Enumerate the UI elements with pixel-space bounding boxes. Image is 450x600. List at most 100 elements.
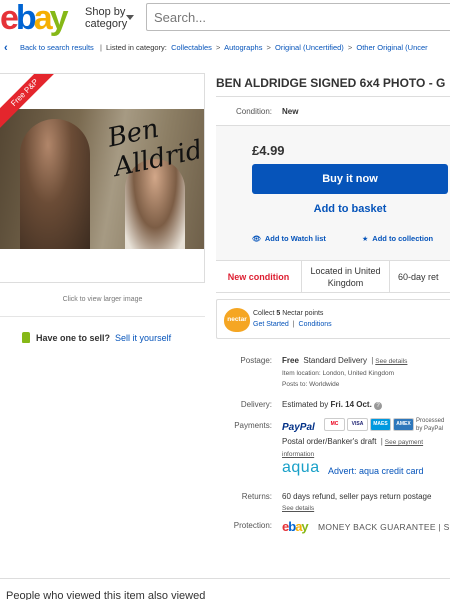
listed-in-label: Listed in category: xyxy=(106,43,167,52)
money-back-guarantee: MONEY BACK GUARANTEE | Se xyxy=(318,522,450,532)
breadcrumb-item-autographs[interactable]: Autographs xyxy=(224,43,262,52)
postal-order-label: Postal order/Banker's draft xyxy=(282,437,377,446)
breadcrumb-separator: > xyxy=(347,43,353,52)
divider xyxy=(0,316,205,317)
posts-to: Posts to: Worldwide xyxy=(282,381,340,388)
star-icon: ★ xyxy=(362,236,369,243)
sell-prompt: Have one to sell? Sell it yourself xyxy=(22,332,171,343)
returns-info: 60-day ret xyxy=(398,272,439,282)
postage-free: Free xyxy=(282,356,299,365)
payments-label: Payments: xyxy=(234,421,272,430)
breadcrumb-item-other-original[interactable]: Other Original (Uncer xyxy=(356,43,427,52)
paypal-text: PayPal xyxy=(282,422,315,433)
breadcrumb-item-original[interactable]: Original (Uncertified) xyxy=(275,43,344,52)
postage-value: Free Standard Delivery | See details xyxy=(282,356,407,365)
mbg-label: MONEY BACK GUARANTEE xyxy=(318,522,436,532)
item-title: BEN ALDRIDGE SIGNED 6x4 PHOTO - G xyxy=(216,76,446,90)
chevron-down-icon[interactable] xyxy=(126,15,134,20)
mbg-see-link[interactable]: | Se xyxy=(438,522,450,532)
item-location: Item location: London, United Kingdom xyxy=(282,370,395,377)
separator: | xyxy=(371,356,374,365)
condition-label: Condition: xyxy=(235,107,272,116)
payment-information-link[interactable]: information xyxy=(282,451,314,458)
autograph-signature: Ben Alldridge xyxy=(105,113,205,183)
nectar-get-started-link[interactable]: Get Started xyxy=(253,321,289,328)
returns-text: 60 days refund, seller pays return posta… xyxy=(282,492,432,501)
logo-letter-e: e xyxy=(0,0,19,37)
nectar-collect: Collect xyxy=(253,310,277,317)
logo-letter-a: a xyxy=(33,0,53,37)
aqua-credit-card-link[interactable]: Advert: aqua credit card xyxy=(328,466,424,476)
processed-line-2: by PayPal xyxy=(416,426,444,432)
aqua-logo[interactable]: aqua xyxy=(282,459,320,477)
sell-it-yourself-link[interactable]: Sell it yourself xyxy=(115,333,171,343)
postage-type: Standard Delivery xyxy=(303,356,367,365)
see-payment-link[interactable]: See payment xyxy=(385,439,423,446)
delivery-label: Delivery: xyxy=(240,400,272,409)
condition-value: New xyxy=(282,107,299,116)
collection-label: Add to collection xyxy=(372,234,434,243)
processed-by-paypal: Processed by PayPal xyxy=(416,417,444,433)
breadcrumb-separator: > xyxy=(266,43,271,52)
item-image-panel[interactable]: Ben Alldridge Free P&P xyxy=(0,73,205,283)
item-info-row: New condition Located in United Kingdom … xyxy=(216,261,450,293)
breadcrumb-item-collectables[interactable]: Collectables xyxy=(171,43,212,52)
back-to-search-link[interactable]: Back to search results xyxy=(20,43,94,52)
returns-label: Returns: xyxy=(241,492,272,501)
watch-label: Add to Watch list xyxy=(264,234,326,243)
help-icon[interactable]: ? xyxy=(374,402,383,410)
nectar-points-label: Nectar points xyxy=(280,310,324,317)
add-to-basket-button[interactable]: Add to basket xyxy=(252,203,448,215)
mastercard-icon: MC xyxy=(324,418,345,431)
search-input[interactable]: Search... xyxy=(146,3,450,31)
returns-see-details-link[interactable]: See details xyxy=(282,505,314,512)
delivery-prefix: Estimated by xyxy=(282,400,331,409)
price-tag-icon xyxy=(22,332,30,343)
location-line-2: Kingdom xyxy=(327,278,364,288)
nectar-points-text: Collect 5 Nectar points xyxy=(253,310,323,317)
logo-letter-b: b xyxy=(15,0,37,37)
processed-line-1: Processed xyxy=(416,418,445,424)
postage-label: Postage: xyxy=(240,356,272,365)
protection-label: Protection: xyxy=(233,521,272,530)
breadcrumb-separator: > xyxy=(216,43,221,52)
maestro-icon: MAES xyxy=(370,418,391,431)
ebay-logo[interactable]: ebay xyxy=(0,0,80,37)
item-photo[interactable]: Ben Alldridge xyxy=(0,109,205,249)
eye-icon: 👁 xyxy=(252,236,261,243)
click-to-enlarge-text: Click to view larger image xyxy=(62,296,143,303)
have-one-label: Have one to sell? xyxy=(36,333,111,343)
add-to-watch-list-button[interactable]: 👁 Add to Watch list xyxy=(252,234,326,243)
postal-order-text: Postal order/Banker's draft | See payment xyxy=(282,437,423,446)
nectar-separator: | xyxy=(292,321,295,328)
returns-see-details-wrap: See details xyxy=(282,503,314,512)
photo-figure-man xyxy=(20,119,90,249)
delivery-value: Estimated by Fri. 14 Oct. ? xyxy=(282,400,383,410)
chevron-left-icon[interactable]: ‹ xyxy=(4,40,8,56)
delivery-date: Fri. 14 Oct. xyxy=(330,400,372,409)
add-to-collection-button[interactable]: ★ Add to collection xyxy=(362,234,433,243)
breadcrumb-divider: | xyxy=(97,43,102,52)
nectar-conditions-link[interactable]: Conditions xyxy=(299,321,332,328)
ebay-small-logo: ebay xyxy=(282,519,309,534)
shop-by-label: Shop by xyxy=(85,6,126,18)
logo-letter-y: y xyxy=(49,0,69,37)
category-label: category xyxy=(85,18,128,30)
paypal-logo: PayPal xyxy=(282,422,315,433)
divider xyxy=(216,96,450,97)
new-condition-badge: New condition xyxy=(216,261,302,293)
item-price: £4.99 xyxy=(252,143,285,158)
location-info: Located in United Kingdom xyxy=(302,261,390,293)
nectar-links: Get Started | Conditions xyxy=(253,321,332,328)
breadcrumb: ‹ Back to search results | Listed in cat… xyxy=(0,40,450,56)
separator: | xyxy=(380,437,383,446)
payment-information-link-wrap: information xyxy=(282,449,314,458)
small-logo-y: y xyxy=(301,519,308,534)
also-viewed-heading: People who viewed this item also viewed xyxy=(6,590,206,600)
postage-see-details-link[interactable]: See details xyxy=(375,358,407,365)
shop-by-category-button[interactable]: Shop by category xyxy=(85,6,127,30)
location-line-1: Located in United xyxy=(310,266,381,276)
divider xyxy=(0,578,450,579)
buy-it-now-button[interactable]: Buy it now xyxy=(252,164,448,194)
payment-cards: MC VISA MAES AMEX xyxy=(324,418,416,432)
